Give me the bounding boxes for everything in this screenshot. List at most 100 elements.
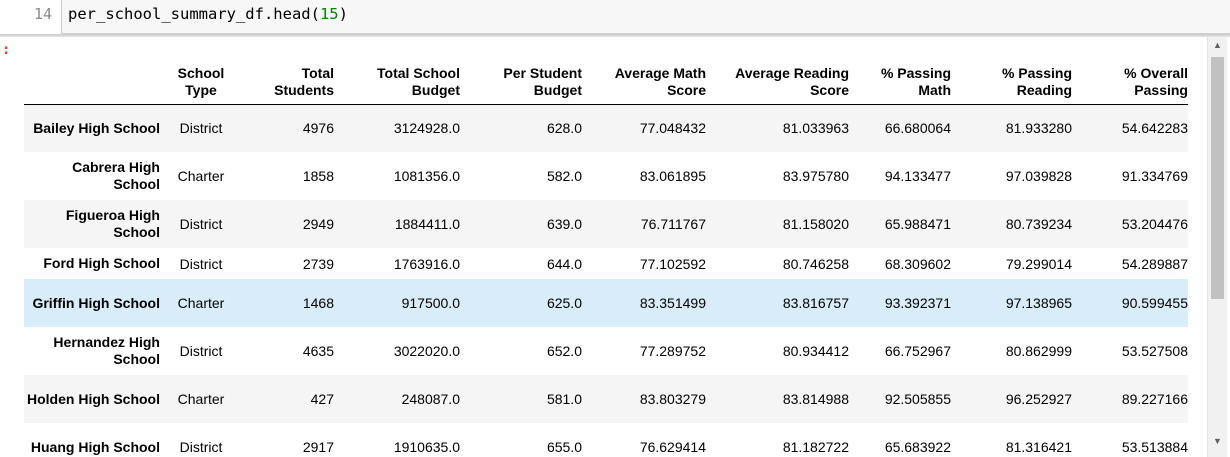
table-cell: 652.0 <box>546 343 582 359</box>
table-row[interactable]: Ford High School District 2739 1763916.0 644… <box>24 248 1188 279</box>
table-cell: 644.0 <box>546 255 582 272</box>
table-cell: District <box>179 439 223 455</box>
table-row[interactable]: Holden High School Charter 427 248087.0 581.… <box>24 375 1188 423</box>
table-cell: District <box>179 120 223 137</box>
table-row[interactable]: Hernandez High School District 4635 3022020… <box>24 327 1188 375</box>
output-prompt: : <box>2 42 11 58</box>
table-cell: 3022020.0 <box>393 343 460 359</box>
table-cell: 4976 <box>302 120 334 137</box>
table-cell: 1081356.0 <box>393 168 460 184</box>
code-input-cell[interactable]: 14 per_school_summary_df.head(15) <box>0 0 1230 36</box>
table-cell: 92.505855 <box>884 391 951 407</box>
table-header: School Type Total Students Total School Bu… <box>24 62 1188 105</box>
table-cell: 1910635.0 <box>393 439 460 455</box>
column-header: % Passing Reading <box>951 62 1072 105</box>
table-row[interactable]: Cabrera High School Charter 1858 1081356.0 5… <box>24 152 1188 200</box>
vertical-scrollbar[interactable]: ▲ ▼ <box>1207 37 1227 457</box>
row-index-label: Holden High School <box>27 390 160 407</box>
table-cell: 66.752967 <box>884 343 951 359</box>
column-header: Total School Budget <box>334 62 460 105</box>
table-cell: 581.0 <box>546 391 582 407</box>
column-header: School Type <box>160 62 242 105</box>
table-cell: 68.309602 <box>884 255 951 272</box>
column-header: % Passing Math <box>849 62 951 105</box>
table-cell: 54.642283 <box>1121 120 1188 137</box>
column-header: Total Students <box>242 62 334 105</box>
triangle-down-icon[interactable]: ▼ <box>1208 433 1227 449</box>
table-cell: 427 <box>310 391 334 407</box>
table-cell: 53.204476 <box>1121 216 1188 232</box>
row-index-label: Huang High School <box>30 438 160 455</box>
table-cell: Charter <box>177 391 225 407</box>
table-cell: 53.527508 <box>1121 343 1188 359</box>
row-index-label: Hernandez High School <box>53 334 160 367</box>
column-header: Average Reading Score <box>706 62 849 105</box>
table-row[interactable]: Huang High School District 2917 1910635.0 65… <box>24 423 1188 457</box>
table-cell: District <box>179 343 223 359</box>
dataframe-table: School Type Total Students Total School Bu… <box>24 62 1188 457</box>
row-index-label: Ford High School <box>43 255 160 271</box>
table-row[interactable]: Griffin High School Charter 1468 917500.0 62… <box>24 279 1188 327</box>
table-cell: 83.814988 <box>782 391 849 407</box>
input-prompt-number: 14 <box>33 5 52 23</box>
table-row[interactable]: Bailey High School District 4976 3124928.0 6… <box>24 104 1188 152</box>
table-cell: 81.316421 <box>1005 439 1072 455</box>
row-index-label: Figueroa High School <box>65 207 160 240</box>
table-cell: 97.039828 <box>1005 168 1072 184</box>
table-cell: District <box>179 216 223 232</box>
table-cell: 90.599455 <box>1121 295 1188 311</box>
code-close-paren: ) <box>338 5 348 23</box>
triangle-up-icon[interactable]: ▲ <box>1208 37 1227 53</box>
column-header: Per Student Budget <box>460 62 582 105</box>
table-cell: District <box>179 255 223 272</box>
code-function: per_school_summary_df.head( <box>68 5 320 23</box>
table-cell: Charter <box>177 168 225 184</box>
code-line[interactable]: per_school_summary_df.head(15) <box>68 5 348 23</box>
table-cell: 1763916.0 <box>393 255 460 272</box>
table-cell: 80.739234 <box>1005 216 1072 232</box>
table-cell: 53.513884 <box>1121 439 1188 455</box>
table-cell: 81.182722 <box>782 439 849 455</box>
table-cell: 81.933280 <box>1005 120 1072 137</box>
table-cell: 96.252927 <box>1005 391 1072 407</box>
table-cell: 66.680064 <box>884 120 951 137</box>
table-cell: 3124928.0 <box>393 120 460 137</box>
table-cell: 94.133477 <box>884 168 951 184</box>
table-cell: 2917 <box>302 439 334 455</box>
table-cell: 1858 <box>302 168 334 184</box>
table-cell: 1468 <box>302 295 334 311</box>
table-cell: 76.711767 <box>640 216 706 232</box>
row-index-label: Cabrera High School <box>72 159 160 192</box>
table-cell: 83.803279 <box>639 391 706 407</box>
row-index-label: Griffin High School <box>32 294 160 311</box>
table-cell: 83.351499 <box>639 295 706 311</box>
table-cell: 655.0 <box>546 439 582 455</box>
table-cell: 83.975780 <box>782 168 849 184</box>
output-area: School Type Total Students Total School Bu… <box>24 37 1206 457</box>
table-cell: 65.683922 <box>884 439 951 455</box>
table-cell: 248087.0 <box>401 391 460 407</box>
scroll-thumb[interactable] <box>1211 57 1224 299</box>
table-cell: 54.289887 <box>1121 255 1188 272</box>
table-cell: 639.0 <box>546 216 582 232</box>
table-cell: 76.629414 <box>639 439 706 455</box>
table-cell: 97.138965 <box>1005 295 1072 311</box>
table-body: Bailey High School District 4976 3124928.0 6… <box>24 104 1188 457</box>
table-cell: 83.061895 <box>639 168 706 184</box>
table-cell: 80.934412 <box>782 343 849 359</box>
table-cell: 81.158020 <box>782 216 849 232</box>
table-cell: 79.299014 <box>1005 255 1072 272</box>
table-cell: 77.289752 <box>639 343 706 359</box>
table-cell: Charter <box>177 295 225 311</box>
table-cell: 77.048432 <box>639 120 706 137</box>
table-cell: 625.0 <box>546 295 582 311</box>
table-cell: 93.392371 <box>884 295 951 311</box>
table-cell: 628.0 <box>546 120 582 137</box>
header-row: School Type Total Students Total School Bu… <box>24 62 1188 105</box>
table-cell: 4635 <box>302 343 334 359</box>
table-cell: 1884411.0 <box>394 216 460 232</box>
table-cell: 80.862999 <box>1005 343 1072 359</box>
index-header <box>24 62 160 105</box>
table-cell: 91.334769 <box>1121 168 1188 184</box>
table-row[interactable]: Figueroa High School District 2949 1884411.… <box>24 200 1188 248</box>
